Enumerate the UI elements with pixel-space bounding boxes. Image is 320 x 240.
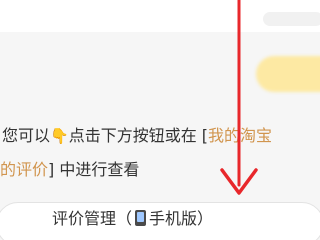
highlight-button[interactable] bbox=[256, 56, 320, 92]
info-text-line-2: 的评价] 中进行查看 bbox=[0, 160, 139, 180]
review-management-label-after: 手机版） bbox=[149, 209, 214, 228]
review-management-label-before: 评价管理（ bbox=[52, 209, 133, 228]
arrow-head bbox=[220, 168, 258, 195]
screen: 您可以👇点击下方按钮或在 [我的淘宝 的评价] 中进行查看 评价管理（ 手机版） bbox=[0, 0, 320, 240]
my-taobao-link[interactable]: 我的淘宝 bbox=[208, 126, 272, 145]
review-management-label[interactable]: 评价管理（ 手机版） bbox=[52, 208, 213, 230]
info-text-prefix: 您可以 bbox=[2, 126, 51, 145]
my-reviews-link[interactable]: 的评价 bbox=[0, 160, 48, 179]
info-text-line-1: 您可以👇点击下方按钮或在 [我的淘宝 bbox=[2, 126, 272, 146]
info-text-suffix: ] 中进行查看 bbox=[48, 160, 140, 179]
mobile-phone-icon bbox=[135, 210, 147, 226]
info-text-middle: 点击下方按钮或在 [ bbox=[68, 126, 209, 145]
pointing-down-icon: 👇 bbox=[50, 127, 69, 145]
top-pill bbox=[263, 12, 320, 26]
